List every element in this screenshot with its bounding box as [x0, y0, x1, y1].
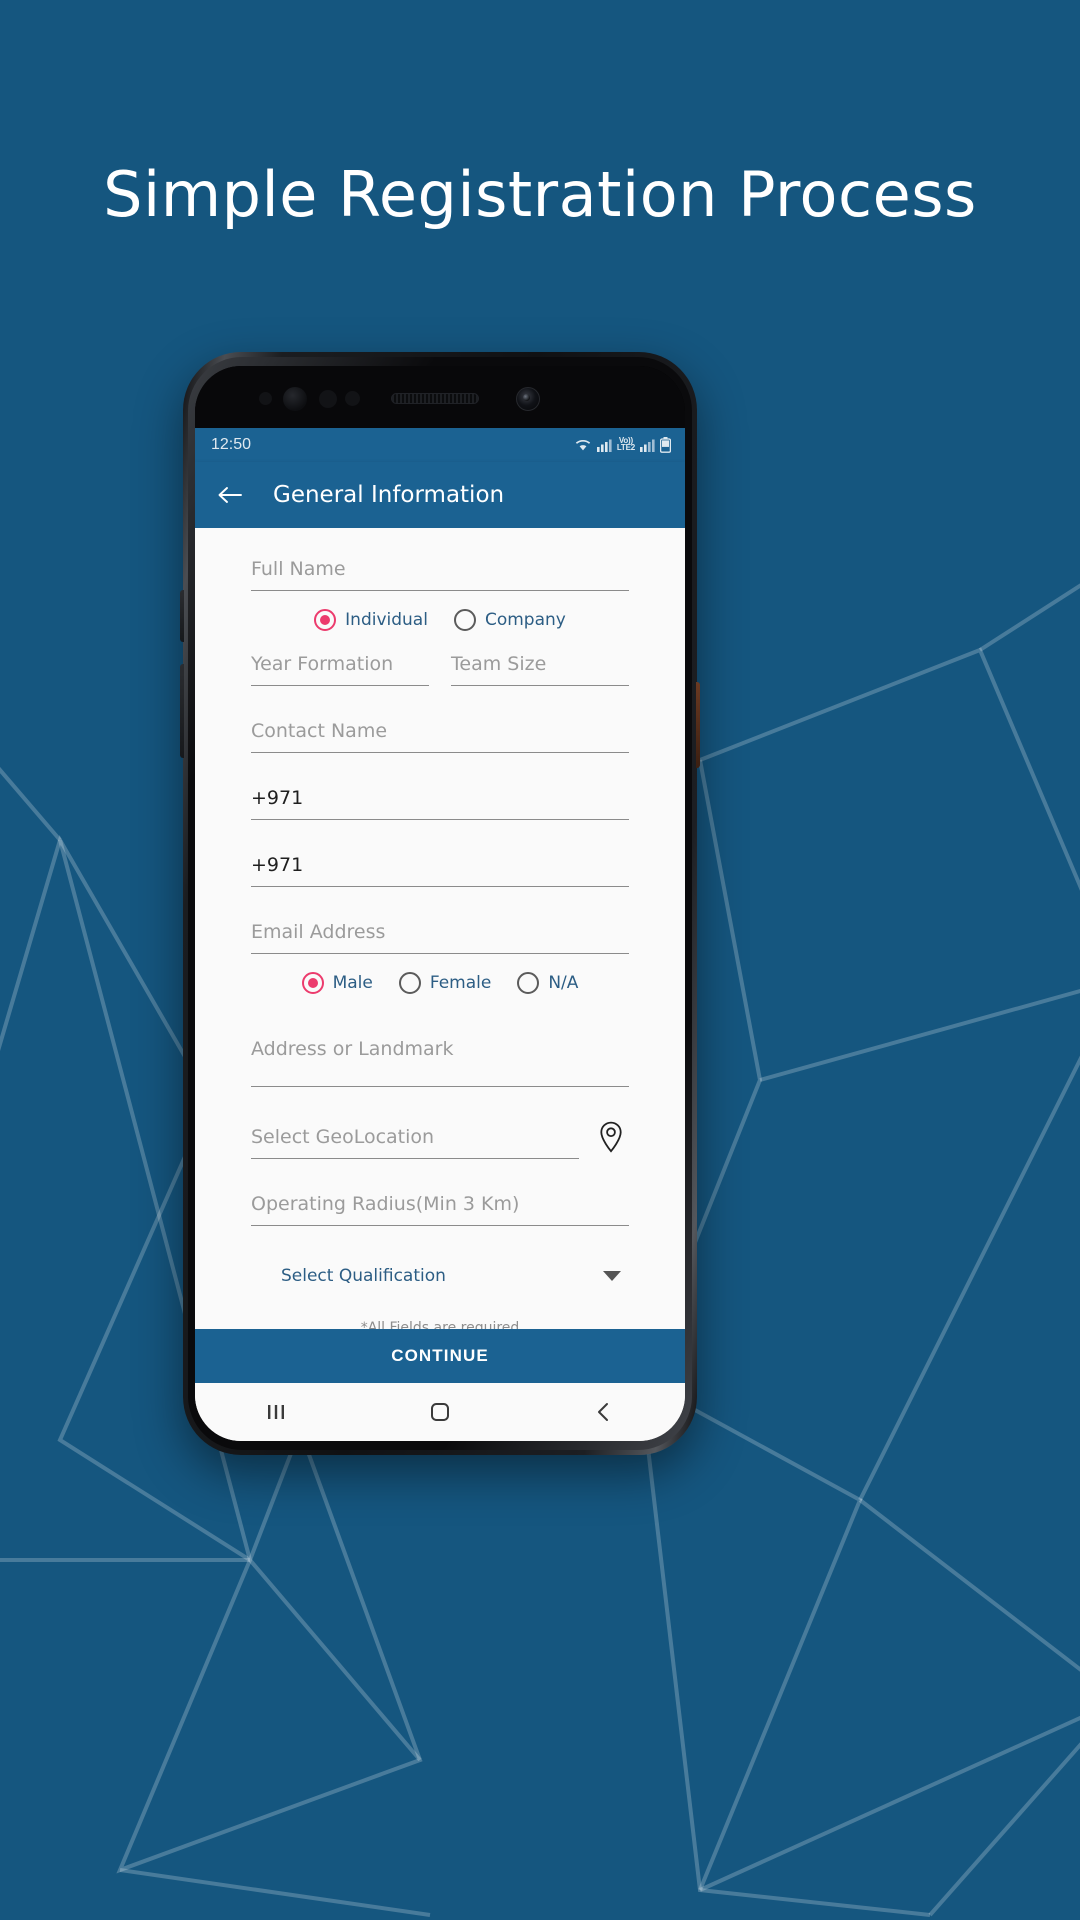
team-size-input[interactable]: Team Size — [451, 649, 629, 686]
map-pin-icon[interactable] — [593, 1117, 629, 1157]
light-sensor-icon — [319, 390, 337, 408]
signal-icon — [596, 439, 612, 452]
app-bar-title: General Information — [273, 482, 505, 508]
radio-indicator-icon[interactable] — [453, 609, 476, 631]
entity-type-radio-group: Individual Company — [251, 609, 629, 631]
arrow-left-icon[interactable] — [213, 478, 247, 512]
front-camera-icon — [516, 387, 540, 411]
volume-down-button[interactable] — [180, 664, 184, 758]
qualification-dropdown[interactable]: Select Qualification — [251, 1266, 629, 1286]
geolocation-placeholder: Select GeoLocation — [251, 1126, 435, 1148]
radio-indicator-icon[interactable] — [301, 972, 324, 994]
radio-option-na[interactable]: N/A — [517, 972, 578, 994]
radio-label: Company — [484, 610, 566, 630]
battery-icon — [660, 437, 671, 453]
phone-secondary-value: +971 — [251, 854, 304, 876]
proximity-sensor-icon — [259, 392, 272, 405]
status-icon-group: Vo)) LTE2 — [574, 437, 671, 453]
geolocation-input[interactable]: Select GeoLocation — [251, 1122, 579, 1159]
promo-screenshot: Simple Registration Process 12:50 Vo)) L… — [0, 0, 1080, 1920]
contact-name-placeholder: Contact Name — [251, 720, 388, 742]
volume-up-button[interactable] — [180, 590, 184, 642]
radio-option-individual[interactable]: Individual — [314, 609, 428, 631]
status-bar: 12:50 Vo)) LTE2 — [195, 428, 685, 462]
operating-radius-placeholder: Operating Radius(Min 3 Km) — [251, 1193, 520, 1215]
operating-radius-input[interactable]: Operating Radius(Min 3 Km) — [251, 1189, 629, 1226]
phone-primary-input[interactable]: +971 — [251, 783, 629, 820]
email-input[interactable]: Email Address — [251, 917, 629, 954]
back-chevron-icon[interactable] — [593, 1401, 615, 1423]
radio-option-male[interactable]: Male — [301, 972, 373, 994]
phone-top-bezel — [195, 366, 685, 428]
phone-screen: 12:50 Vo)) LTE2 General Information Full… — [195, 366, 685, 1441]
volte-icon: Vo)) LTE2 — [616, 436, 635, 452]
continue-button[interactable]: CONTINUE — [195, 1329, 685, 1383]
radio-label: N/A — [548, 973, 579, 993]
radio-label: Female — [429, 973, 492, 993]
team-size-placeholder: Team Size — [451, 653, 547, 675]
full-name-placeholder: Full Name — [251, 558, 346, 580]
full-name-input[interactable]: Full Name — [251, 554, 629, 591]
radio-label: Male — [332, 973, 373, 993]
status-time: 12:50 — [211, 436, 252, 453]
required-fields-note: *All Fields are required — [360, 1320, 520, 1329]
contact-name-input[interactable]: Contact Name — [251, 716, 629, 753]
recents-icon[interactable] — [265, 1402, 287, 1422]
led-indicator-icon — [345, 391, 360, 406]
phone-secondary-input[interactable]: +971 — [251, 850, 629, 887]
phone-device: 12:50 Vo)) LTE2 General Information Full… — [180, 352, 700, 1455]
registration-form: Full Name Individual Company Year Format… — [195, 528, 685, 1329]
android-nav-bar — [195, 1383, 685, 1441]
address-placeholder: Address or Landmark — [251, 1038, 454, 1060]
home-icon[interactable] — [428, 1400, 452, 1424]
chevron-down-icon[interactable] — [603, 1271, 621, 1281]
radio-indicator-icon[interactable] — [314, 609, 337, 631]
gender-radio-group: Male Female N/A — [251, 972, 629, 994]
radio-indicator-icon[interactable] — [517, 972, 540, 994]
power-button[interactable] — [696, 682, 700, 768]
iris-scanner-icon — [283, 387, 307, 411]
page-title: Simple Registration Process — [103, 158, 977, 231]
email-placeholder: Email Address — [251, 921, 386, 943]
geolocation-row: Select GeoLocation — [251, 1117, 629, 1159]
address-input[interactable]: Address or Landmark — [251, 1034, 629, 1087]
radio-option-company[interactable]: Company — [453, 609, 566, 631]
app-bar: General Information — [195, 462, 685, 528]
year-formation-placeholder: Year Formation — [251, 653, 394, 675]
year-formation-input[interactable]: Year Formation — [251, 649, 429, 686]
app-viewport: 12:50 Vo)) LTE2 General Information Full… — [195, 428, 685, 1441]
earpiece-speaker-icon — [391, 393, 479, 404]
signal-icon — [640, 439, 655, 452]
radio-indicator-icon[interactable] — [398, 972, 421, 994]
wifi-icon — [575, 439, 590, 451]
phone-primary-value: +971 — [251, 787, 304, 809]
qualification-label: Select Qualification — [281, 1266, 446, 1286]
year-team-row: Year Formation Team Size — [251, 649, 629, 686]
radio-option-female[interactable]: Female — [398, 972, 492, 994]
radio-label: Individual — [345, 610, 428, 630]
